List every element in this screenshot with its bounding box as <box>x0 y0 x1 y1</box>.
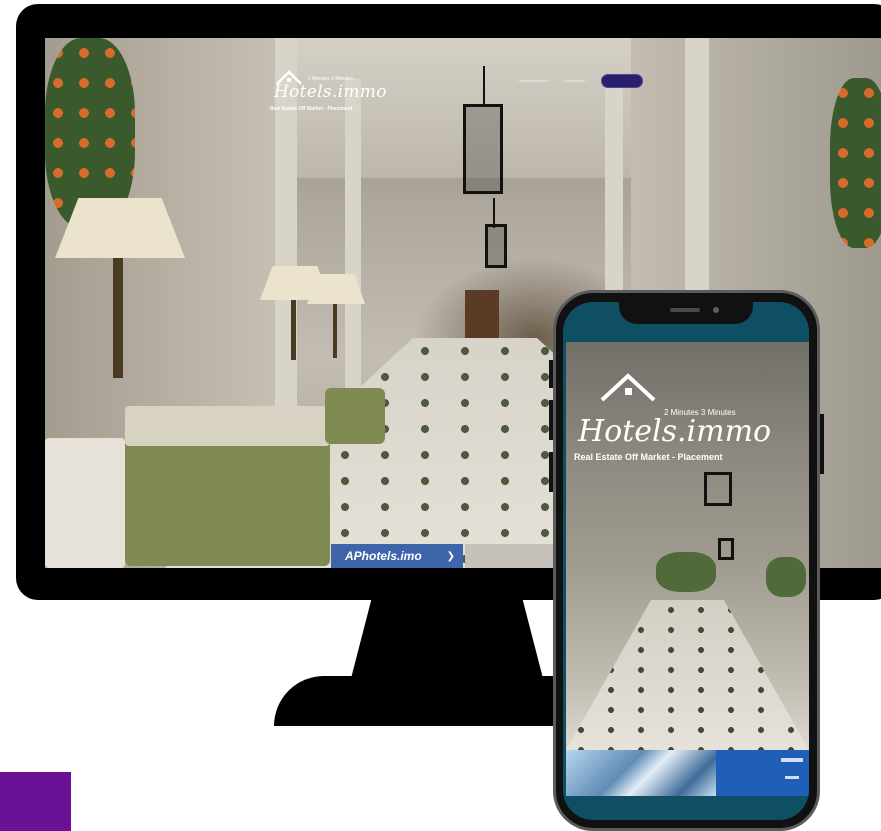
mobile-site-logo[interactable]: 2 Minutes 3 Minutes Hotels.immo Real Est… <box>572 372 792 472</box>
nav-link-1[interactable] <box>519 80 549 82</box>
nav-cta-button[interactable] <box>601 74 643 88</box>
hanging-lantern-far <box>485 224 507 268</box>
mobile-website-screen: 2 Minutes 3 Minutes Hotels.immo Real Est… <box>563 302 809 820</box>
promo-banner-text: APhotels.imo <box>345 549 422 563</box>
mobile-logo-subtitle: Real Estate Off Market - Placement <box>574 452 723 462</box>
lantern-rod <box>483 66 485 106</box>
site-logo[interactable]: 2 Minutes 3 Minutes Hotels.immo Real Est… <box>268 70 386 118</box>
logo-wordmark: Hotels.immo <box>274 82 387 102</box>
chevron-right-icon[interactable]: ❯ <box>447 551 455 562</box>
mobile-hero-floor <box>566 600 809 750</box>
sofa-cushion <box>125 406 330 446</box>
mobile-hero-plants <box>656 552 716 592</box>
orange-tree-right <box>830 78 881 248</box>
white-bench <box>45 438 125 568</box>
mobile-hanging-lantern <box>704 472 732 506</box>
nav-link-2[interactable] <box>565 80 585 82</box>
panel-line <box>781 758 803 762</box>
mobile-blue-panel[interactable] <box>716 750 809 796</box>
phone-camera-icon <box>713 307 719 313</box>
house-roof-icon <box>600 373 656 402</box>
logo-subtitle: Real Estate Off Market - Placement <box>270 106 353 112</box>
promo-banner[interactable]: APhotels.imo ❯ <box>331 544 463 568</box>
hanging-lantern <box>463 104 503 194</box>
mobile-promo-strip <box>566 750 809 796</box>
mobile-logo-wordmark: Hotels.immo <box>578 414 772 449</box>
lamp-stem <box>113 258 123 378</box>
promo-banner-secondary <box>465 544 555 568</box>
sofa <box>325 388 385 444</box>
mobile-hero-plants <box>766 557 806 597</box>
lamp-stem <box>333 304 337 358</box>
lamp-stem <box>291 300 296 360</box>
sofa <box>125 432 330 566</box>
mobile-hanging-lantern <box>718 538 734 560</box>
skyscraper-image <box>566 750 716 796</box>
mobile-hero: 2 Minutes 3 Minutes Hotels.immo Real Est… <box>566 342 809 750</box>
site-nav <box>519 74 643 88</box>
purple-accent-block <box>0 772 71 831</box>
monitor-stand-base <box>274 676 574 726</box>
phone-speaker <box>670 308 700 312</box>
panel-line <box>785 776 799 779</box>
